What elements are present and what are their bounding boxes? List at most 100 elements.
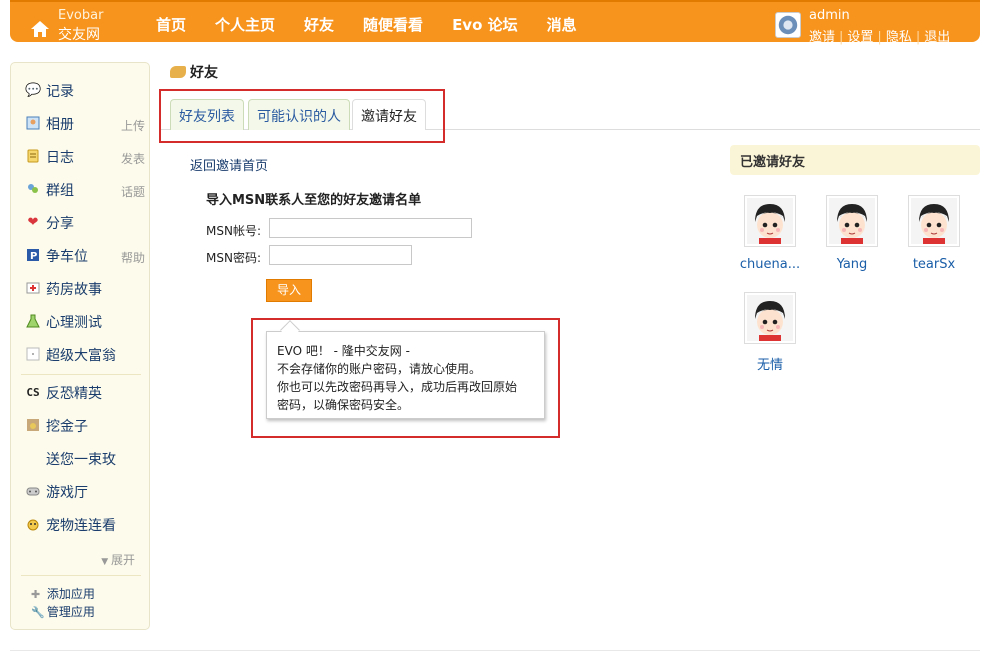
sidebar-item-blog[interactable]: 日志 发表: [25, 147, 145, 167]
cartoon-face-icon: [911, 198, 957, 244]
sidebar-item-parking[interactable]: P 争车位 帮助: [25, 246, 145, 266]
sidebar-item-label[interactable]: 游戏厅: [46, 482, 88, 502]
import-button[interactable]: 导入: [266, 279, 312, 302]
sidebar-item-label[interactable]: 相册: [46, 114, 74, 134]
sidebar-item-records[interactable]: 💬 记录: [25, 81, 145, 101]
expand-label: 展开: [110, 553, 135, 567]
publish-link[interactable]: 发表: [121, 150, 145, 167]
gamepad-icon: [25, 484, 41, 500]
svg-text:P: P: [30, 251, 37, 262]
main-nav: 首页 个人主页 好友 随便看看 Evo 论坛 消息: [156, 14, 606, 35]
user-links: 邀请 | 设置 | 隐私 | 退出: [809, 30, 951, 45]
page-title-text: 好友: [190, 65, 218, 81]
footer-divider: [10, 650, 980, 651]
sidebar-item-label[interactable]: 心理测试: [46, 312, 102, 332]
settings-link[interactable]: 设置: [847, 30, 873, 45]
sidebar-item-counter-strike[interactable]: CS 反恐精英: [25, 383, 145, 403]
sidebar-item-share[interactable]: ❤ 分享: [25, 213, 145, 233]
friend-avatar[interactable]: [908, 195, 960, 247]
sidebar-divider: [21, 575, 141, 576]
friend-avatar[interactable]: [744, 195, 796, 247]
cartoon-face-icon: [747, 198, 793, 244]
friend-card[interactable]: tearSx: [899, 195, 969, 275]
username[interactable]: admin: [809, 8, 850, 23]
nav-browse[interactable]: 随便看看: [363, 14, 423, 35]
speech-bubble-icon: 💬: [25, 83, 42, 98]
friend-avatar[interactable]: [826, 195, 878, 247]
add-app-link[interactable]: ✚ 添加应用: [31, 585, 95, 602]
msn-account-label: MSN帐号:: [206, 224, 261, 238]
upload-link[interactable]: 上传: [121, 117, 145, 134]
nav-messages[interactable]: 消息: [547, 14, 577, 35]
sidebar-item-label[interactable]: 群组: [46, 180, 74, 200]
expand-toggle[interactable]: ▼ 展开: [101, 551, 135, 568]
friend-card[interactable]: chuena...: [735, 195, 805, 275]
invite-link[interactable]: 邀请: [809, 30, 835, 45]
sidebar-divider: [21, 374, 141, 375]
help-link[interactable]: 帮助: [121, 249, 145, 266]
nav-profile[interactable]: 个人主页: [215, 14, 275, 35]
sidebar-item-groups[interactable]: 群组 话题: [25, 180, 145, 200]
msn-account-input[interactable]: [269, 218, 472, 238]
sidebar-item-game-hall[interactable]: 游戏厅: [25, 482, 145, 502]
parking-icon: P: [25, 248, 41, 264]
blank-app-icon: [25, 347, 41, 363]
msn-password-label: MSN密码:: [206, 251, 261, 265]
top-bar: Evobar 交友网 首页 个人主页 好友 随便看看 Evo 论坛 消息 adm…: [10, 0, 980, 45]
sidebar-item-pet-match[interactable]: 宠物连连看: [25, 515, 145, 535]
sidebar-item-label[interactable]: 送您一束玫: [46, 449, 116, 469]
friend-name[interactable]: tearSx: [899, 257, 969, 272]
sidebar-item-label[interactable]: 记录: [46, 81, 74, 101]
sidebar-item-roses[interactable]: 送您一束玫: [25, 449, 145, 469]
friend-name[interactable]: chuena...: [735, 257, 805, 272]
photo-icon: [25, 116, 41, 132]
msn-password-input[interactable]: [269, 245, 412, 265]
friend-card[interactable]: 无情: [735, 292, 805, 373]
sidebar-item-label[interactable]: 挖金子: [46, 416, 88, 436]
cartoon-face-icon: [747, 295, 793, 341]
home-icon: [31, 21, 49, 37]
gold-icon: [25, 418, 41, 434]
sidebar-item-label[interactable]: 日志: [46, 147, 74, 167]
nav-forum[interactable]: Evo 论坛: [452, 14, 518, 35]
brand-subtitle: 交友网: [58, 27, 100, 43]
friend-card[interactable]: Yang: [817, 195, 887, 275]
topic-link[interactable]: 话题: [121, 183, 145, 200]
brand-name: Evobar: [58, 8, 104, 23]
sidebar-item-label[interactable]: 药房故事: [46, 279, 102, 299]
sidebar-item-pharmacy[interactable]: 药房故事: [25, 279, 145, 299]
manage-app-label: 管理应用: [46, 605, 95, 619]
back-to-invite-home-link[interactable]: 返回邀请首页: [190, 155, 268, 174]
sidebar-item-label[interactable]: 分享: [46, 213, 74, 233]
cs-icon: CS: [26, 386, 40, 399]
sidebar-item-psych-test[interactable]: 心理测试: [25, 312, 145, 332]
plus-icon: ✚: [31, 588, 41, 601]
sidebar-item-label[interactable]: 反恐精英: [46, 383, 102, 403]
sidebar-item-album[interactable]: 相册 上传: [25, 114, 145, 134]
highlight-box-tooltip: [251, 318, 560, 438]
add-app-label: 添加应用: [46, 587, 95, 601]
nav-home[interactable]: 首页: [156, 14, 186, 35]
notepad-icon: [25, 149, 41, 165]
sidebar-item-label[interactable]: 宠物连连看: [46, 515, 116, 535]
pet-icon: [25, 517, 41, 533]
page-title: 好友: [170, 62, 218, 82]
friend-name[interactable]: 无情: [735, 354, 805, 373]
flask-icon: [25, 314, 41, 330]
sidebar-item-dig-gold[interactable]: 挖金子: [25, 416, 145, 436]
avatar[interactable]: [775, 12, 801, 38]
sidebar-item-monopoly[interactable]: 超级大富翁: [25, 345, 145, 365]
privacy-link[interactable]: 隐私: [886, 30, 912, 45]
invited-friends-header: 已邀请好友: [730, 145, 980, 175]
medicine-icon: [25, 281, 41, 297]
friend-name[interactable]: Yang: [817, 257, 887, 272]
friend-avatar[interactable]: [744, 292, 796, 344]
sidebar-item-label[interactable]: 争车位: [46, 246, 88, 266]
nav-friends[interactable]: 好友: [304, 14, 334, 35]
logout-link[interactable]: 退出: [924, 30, 950, 45]
sidebar-item-label[interactable]: 超级大富翁: [46, 345, 116, 365]
highlight-box-tabs: [159, 89, 445, 143]
wrench-icon: 🔧: [31, 606, 45, 619]
manage-app-link[interactable]: 🔧 管理应用: [31, 603, 95, 620]
handshake-icon: [170, 66, 186, 78]
